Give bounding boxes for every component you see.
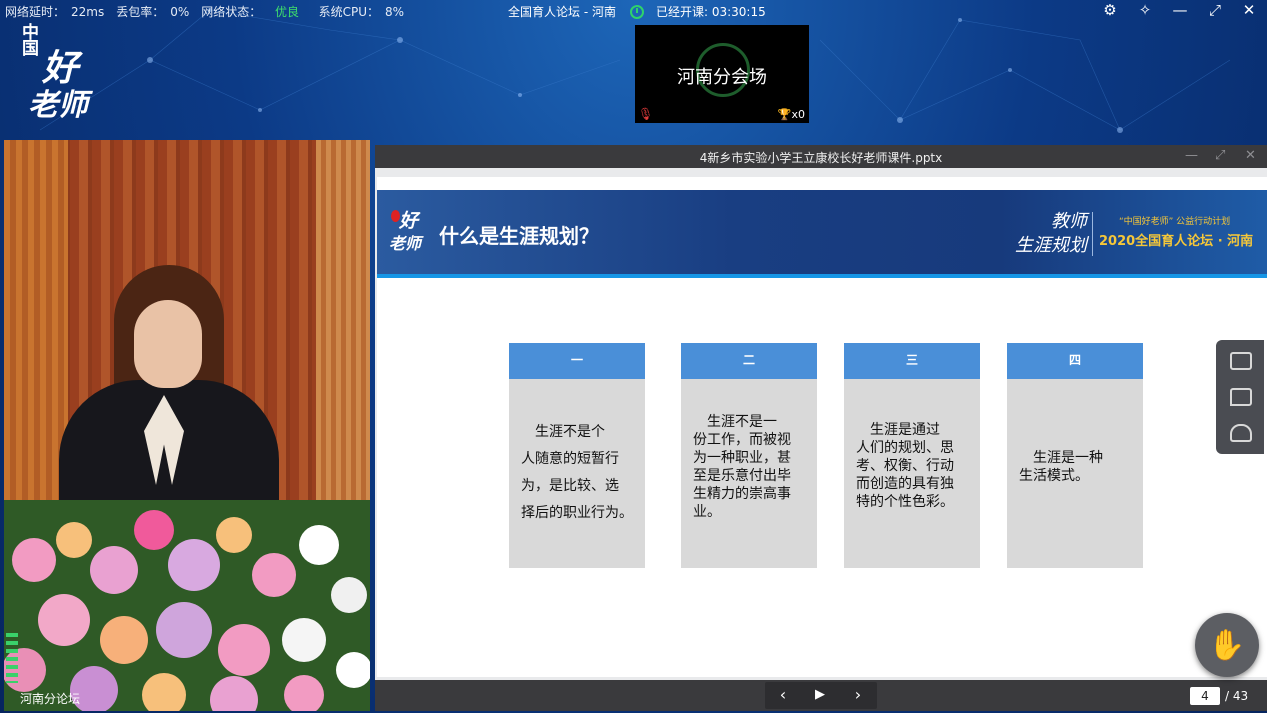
ppt-navigation: ‹ ▶ › 4 / 43 [375, 680, 1267, 711]
background-network [39, 8, 1231, 133]
card-line: 人随意的短暂行 [521, 451, 619, 467]
logo-text-1: 中国 [22, 23, 39, 59]
video-caption: 河南分论坛 [20, 692, 81, 706]
flower-arrangement [4, 500, 370, 711]
ppt-viewer: 4新乡市实验小学王立康校长好老师课件.pptx — ⤢ ✕ 好 老师 什么是生涯… [375, 145, 1267, 711]
latency-value: 22ms [71, 5, 105, 19]
card-number: 一 [509, 343, 645, 379]
card-number: 二 [681, 343, 817, 379]
card-line: 为，是比较、选 [521, 478, 619, 494]
card-line: 生涯不是一 [693, 414, 777, 430]
card-text: 生涯是通过 人们的规划、思 考、权衡、行动 而创造的具有独 特的个性色彩。 [856, 421, 974, 511]
slide-card-2: 二 生涯不是一 份工作，而被视 为一种职业，甚 至是乐意付出毕 生精力的崇高事 … [681, 343, 817, 568]
venue-tile[interactable]: 河南分会场 🎙 🏆x0 [635, 25, 809, 123]
loss-label: 丢包率： [116, 5, 165, 19]
venue-name: 河南分会场 [677, 67, 767, 88]
side-toolbar [1216, 340, 1264, 454]
slide-brand-calligraphy: 教师 生涯规划 [1007, 210, 1087, 258]
ppt-maximize-icon[interactable]: ⤢ [1215, 148, 1225, 163]
ppt-titlebar: 4新乡市实验小学王立康校长好老师课件.pptx — ⤢ ✕ [375, 145, 1267, 168]
close-icon[interactable]: ✕ [1239, 1, 1259, 19]
card-line: 而创造的具有独 [856, 476, 954, 492]
total-pages: / 43 [1225, 689, 1249, 703]
raise-hand-icon: ✋ [1208, 627, 1246, 663]
members-icon[interactable] [1230, 424, 1252, 442]
card-line: 择后的职业行为。 [521, 505, 633, 521]
chat-icon[interactable] [1230, 388, 1252, 406]
card-line: 生精力的崇高事 [693, 486, 791, 502]
play-button[interactable]: ▶ [810, 687, 830, 702]
slide-logo-text-b: 老师 [389, 234, 422, 253]
card-number: 四 [1007, 343, 1143, 379]
network-status-value: 优良 [274, 5, 299, 19]
slide-canvas: 好 老师 什么是生涯规划？ 教师 生涯规划 “中国好老师” 公益行动计划 202… [377, 177, 1267, 677]
loss-value: 0% [170, 5, 190, 19]
brand-forum: 2020全国育人论坛 · 河南 [1099, 234, 1254, 249]
card-text: 生涯不是个 人随意的短暂行 为，是比较、选 择后的职业行为。 [521, 419, 639, 527]
slide-card-1: 一 生涯不是个 人随意的短暂行 为，是比较、选 择后的职业行为。 [509, 343, 645, 568]
maximize-icon[interactable]: ⤢ [1205, 1, 1225, 19]
raise-hand-button[interactable]: ✋ [1195, 613, 1259, 677]
card-line: 考、权衡、行动 [856, 458, 954, 474]
card-line: 生涯是一种 [1019, 450, 1103, 466]
banner-stripe [377, 274, 1267, 278]
trophy-icon: 🏆 [777, 108, 792, 121]
card-line: 生涯不是个 [521, 424, 605, 440]
slide-logo-text-a: 好 [399, 210, 419, 232]
clock-icon [629, 4, 644, 19]
logo-text-3: 老师 [28, 88, 88, 123]
network-status-label: 网络状态： [201, 5, 262, 19]
ppt-filename: 4新乡市实验小学王立康校长好老师课件.pptx [699, 151, 943, 165]
brand-subtitle: “中国好老师” 公益行动计划 [1119, 217, 1231, 227]
brand-line-1: 教师 [1051, 211, 1087, 232]
whiteboard-icon[interactable] [1230, 352, 1252, 370]
card-line: 份工作，而被视 [693, 432, 791, 448]
minimize-icon[interactable]: — [1170, 1, 1190, 19]
brand-logo: 中国 好 老师 [22, 25, 92, 125]
cpu-label: 系统CPU： [318, 5, 380, 19]
session-header: 全国育人论坛 - 河南 已经开课: 03:30:15 [508, 3, 766, 20]
top-status-bar: 网络延时： 22ms 丢包率： 0% 网络状态： 优良 系统CPU： 8% 全国育人论坛 … [0, 0, 1267, 22]
ppt-close-icon[interactable]: ✕ [1245, 148, 1256, 163]
ppt-minimize-icon[interactable]: — [1185, 148, 1198, 163]
network-stats: 网络延时： 22ms 丢包率： 0% 网络状态： 优良 系统CPU： 8% [5, 3, 416, 20]
slide-card-4: 四 生涯是一种 生活模式。 [1007, 343, 1143, 568]
card-line: 为一种职业，甚 [693, 450, 791, 466]
card-number: 三 [844, 343, 980, 379]
card-line: 特的个性色彩。 [856, 494, 954, 510]
brand-line-2: 生涯规划 [1015, 235, 1087, 256]
slide-heading: 什么是生涯规划？ [439, 224, 599, 248]
cpu-value: 8% [385, 5, 405, 19]
elapsed-time: 已经开课: 03:30:15 [655, 5, 766, 19]
slide-logo: 好 老师 [389, 206, 425, 258]
settings-icon[interactable]: ⚙ [1100, 1, 1120, 19]
card-text: 生涯不是一 份工作，而被视 为一种职业，甚 至是乐意付出毕 生精力的崇高事 业。 [693, 413, 811, 521]
mic-muted-icon: 🎙 [638, 107, 654, 121]
card-line: 至是乐意付出毕 [693, 468, 791, 484]
latency-label: 网络延时： [5, 5, 66, 19]
speaker-video[interactable]: 河南分论坛 [4, 140, 370, 711]
card-line: 业。 [693, 504, 721, 520]
page-number-input[interactable]: 4 [1190, 687, 1220, 705]
card-line: 生涯是通过 [856, 422, 940, 438]
card-text: 生涯是一种 生活模式。 [1019, 449, 1137, 485]
brand-divider [1092, 212, 1093, 256]
slide-card-3: 三 生涯是通过 人们的规划、思 考、权衡、行动 而创造的具有独 特的个性色彩。 [844, 343, 980, 568]
card-line: 人们的规划、思 [856, 440, 954, 456]
session-title: 全国育人论坛 - 河南 [508, 5, 616, 19]
trophy-badge: 🏆x0 [778, 108, 805, 121]
audio-level-icon [6, 633, 18, 683]
prev-slide-button[interactable]: ‹ [773, 685, 793, 704]
trophy-count: x0 [791, 108, 805, 121]
card-line: 生活模式。 [1019, 468, 1089, 484]
pin-icon[interactable]: ✧ [1135, 1, 1155, 19]
next-slide-button[interactable]: › [848, 685, 868, 704]
slide-banner: 好 老师 什么是生涯规划？ 教师 生涯规划 “中国好老师” 公益行动计划 202… [377, 190, 1267, 278]
speaker-face [134, 300, 202, 388]
